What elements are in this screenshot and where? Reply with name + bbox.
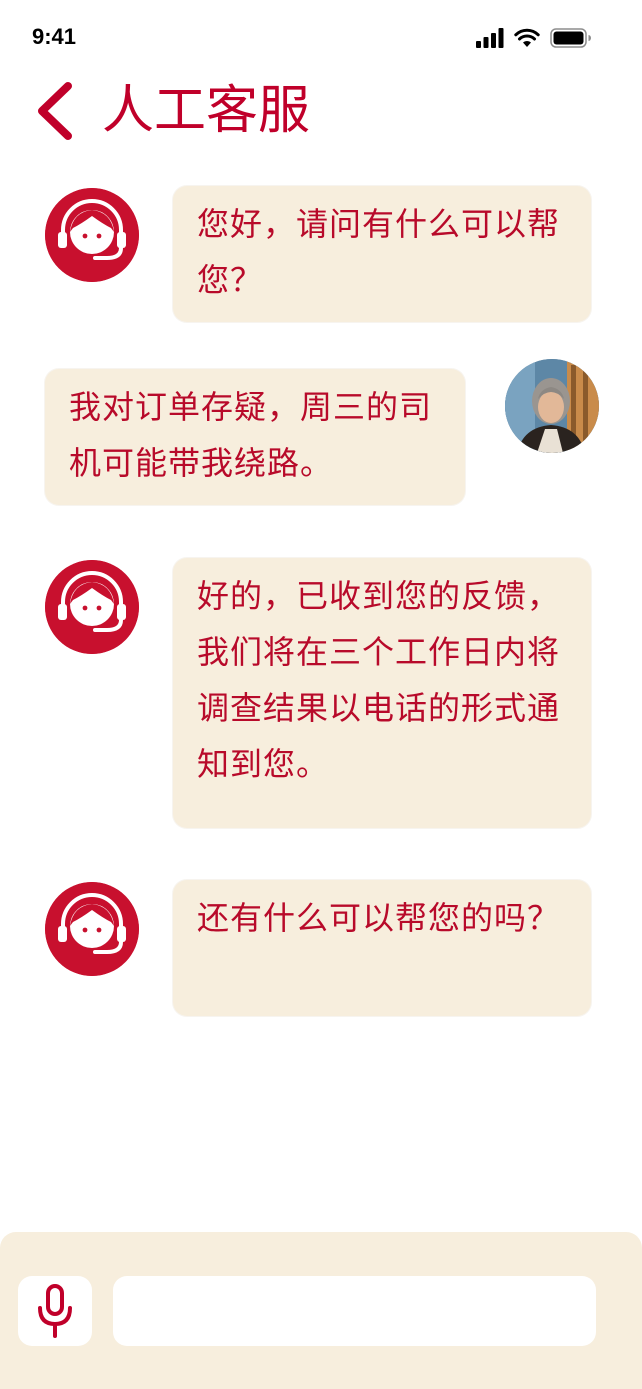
message-text: 好的，已收到您的反馈，我们将在三个工作日内将调查结果以电话的形式通知到您。 [197, 577, 561, 783]
agent-avatar [45, 188, 139, 282]
wifi-icon [514, 28, 540, 47]
message-text: 我对订单存疑，周三的司机可能带我绕路。 [69, 388, 433, 482]
user-message-bubble: 我对订单存疑，周三的司机可能带我绕路。 [45, 369, 465, 505]
user-photo [505, 359, 599, 453]
status-bar: 9:41 [0, 0, 642, 80]
agent-message-bubble: 好的，已收到您的反馈，我们将在三个工作日内将调查结果以电话的形式通知到您。 [173, 558, 591, 828]
cellular-signal-icon [476, 28, 504, 48]
agent-avatar [45, 560, 139, 654]
status-icons [476, 28, 592, 48]
microphone-icon [38, 1284, 72, 1338]
page-title: 人工客服 [102, 81, 311, 141]
customer-service-agent-icon [45, 188, 139, 282]
message-input[interactable] [113, 1276, 596, 1346]
user-avatar [505, 359, 599, 453]
message-text: 还有什么可以帮您的吗？ [197, 899, 561, 937]
back-button[interactable] [30, 80, 80, 146]
message-text: 您好，请问有什么可以帮您？ [197, 205, 561, 299]
battery-icon [550, 28, 591, 48]
chevron-left-icon [38, 82, 72, 140]
agent-avatar [45, 882, 139, 976]
agent-message-bubble: 您好，请问有什么可以帮您？ [173, 186, 591, 322]
header: 人工客服 [0, 80, 642, 150]
status-time: 9:41 [32, 24, 77, 49]
customer-service-agent-icon [45, 882, 139, 976]
agent-message-bubble: 还有什么可以帮您的吗？ [173, 880, 591, 1016]
input-panel [0, 1232, 642, 1389]
voice-input-button[interactable] [18, 1276, 92, 1346]
customer-service-agent-icon [45, 560, 139, 654]
